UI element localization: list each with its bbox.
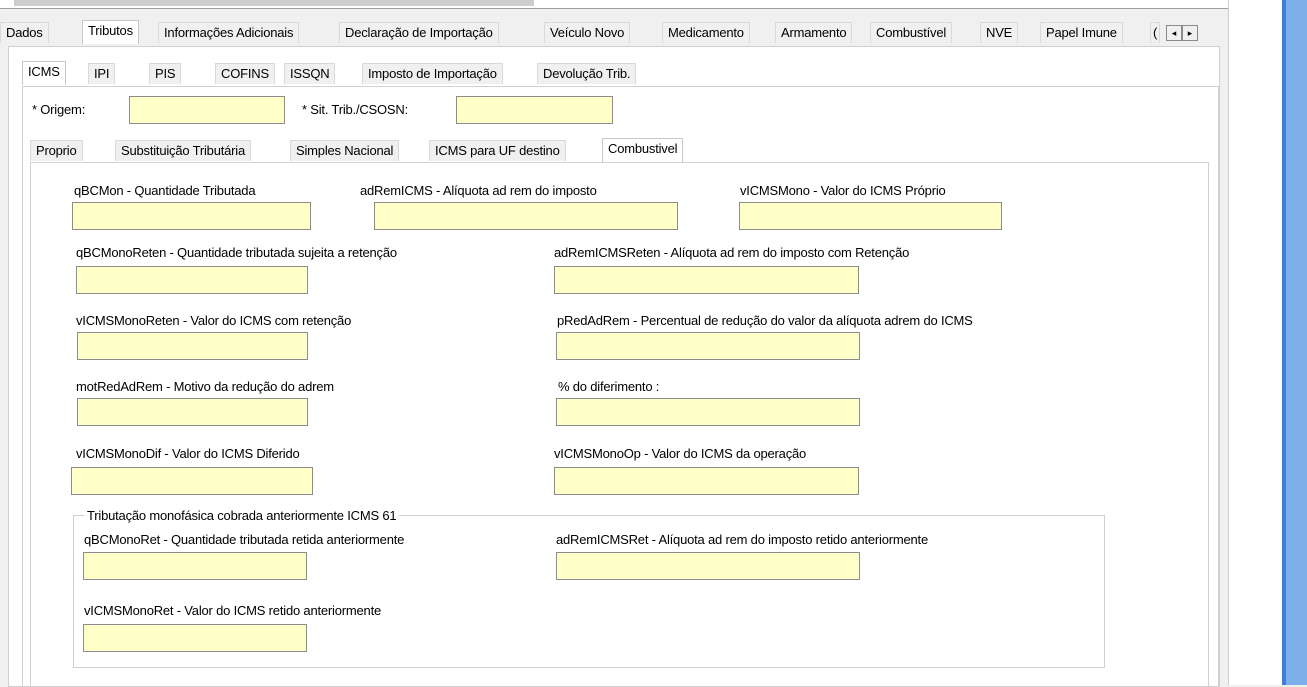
tab-veiculo-novo[interactable]: Veículo Novo xyxy=(544,22,631,43)
tab-imposto-importacao[interactable]: Imposto de Importação xyxy=(362,63,503,84)
tab-declaracao-importacao[interactable]: Declaração de Importação xyxy=(339,22,499,43)
diferimento-label: % do diferimento : xyxy=(558,379,660,394)
tab-combustivel[interactable]: Combustível xyxy=(870,22,953,43)
horizontal-scrollbar[interactable] xyxy=(0,0,1240,9)
tab-nve[interactable]: NVE xyxy=(980,22,1019,43)
tax-tab-strip: ICMS IPI PIS COFINS ISSQN Imposto de Imp… xyxy=(22,61,722,87)
adremicmsreten-label: adRemICMSReten - Alíquota ad rem do impo… xyxy=(554,245,910,260)
vicmsmono-label: vICMSMono - Valor do ICMS Próprio xyxy=(740,183,946,198)
adremicms-field[interactable] xyxy=(374,202,678,230)
sit-trib-field[interactable] xyxy=(456,96,613,124)
tab-informacoes-adicionais[interactable]: Informações Adicionais xyxy=(158,22,300,43)
vicmsmono-field[interactable] xyxy=(739,202,1002,230)
tab-cofins[interactable]: COFINS xyxy=(215,63,275,84)
vicmsmonoreten-field[interactable] xyxy=(77,332,308,360)
motredadrem-label: motRedAdRem - Motivo da redução do adrem xyxy=(76,379,334,394)
tab-icms[interactable]: ICMS xyxy=(22,61,66,85)
tab-dados[interactable]: Dados xyxy=(0,22,49,43)
tab-issqn[interactable]: ISSQN xyxy=(284,63,336,84)
tab-simples-nacional[interactable]: Simples Nacional xyxy=(290,140,400,161)
scrollbar-thumb[interactable] xyxy=(14,0,534,6)
adremicmsret-field[interactable] xyxy=(556,552,860,580)
tab-proprio[interactable]: Proprio xyxy=(30,140,83,161)
icms61-group-legend: Tributação monofásica cobrada anteriorme… xyxy=(87,508,397,523)
top-tab-strip: Dados Tributos Informações Adicionais De… xyxy=(0,20,1180,46)
origem-field[interactable] xyxy=(129,96,285,124)
vicmsmonodif-field[interactable] xyxy=(71,467,313,495)
qbcmon-field[interactable] xyxy=(72,202,311,230)
qbcmonoreten-field[interactable] xyxy=(76,266,308,294)
vicmsmonoop-label: vICMSMonoOp - Valor do ICMS da operação xyxy=(554,446,807,461)
motredadrem-field[interactable] xyxy=(77,398,308,426)
icms-tab-strip: Proprio Substituição Tributária Simples … xyxy=(30,138,750,164)
tab-icms-uf-destino[interactable]: ICMS para UF destino xyxy=(429,140,566,161)
predadrem-label: pRedAdRem - Percentual de redução do val… xyxy=(557,313,973,328)
tab-devolucao-trib[interactable]: Devolução Trib. xyxy=(537,63,637,84)
vicmsmonodif-label: vICMSMonoDif - Valor do ICMS Diferido xyxy=(76,446,300,461)
sit-trib-label: * Sit. Trib./CSOSN: xyxy=(302,102,409,117)
tab-substituicao-tributaria[interactable]: Substituição Tributária xyxy=(115,140,252,161)
tab-ipi[interactable]: IPI xyxy=(88,63,116,84)
predadrem-field[interactable] xyxy=(556,332,860,360)
diferimento-field[interactable] xyxy=(556,398,860,426)
adremicms-label: adRemICMS - Alíquota ad rem do imposto xyxy=(360,183,597,198)
vicmsmonoop-field[interactable] xyxy=(554,467,859,495)
adremicmsret-label: adRemICMSRet - Alíquota ad rem do impost… xyxy=(556,532,929,547)
qbcmon-label: qBCMon - Quantidade Tributada xyxy=(74,183,256,198)
adremicmsreten-field[interactable] xyxy=(554,266,859,294)
vicmsmonoreten-label: vICMSMonoReten - Valor do ICMS com reten… xyxy=(76,313,352,328)
tab-medicamento[interactable]: Medicamento xyxy=(662,22,750,43)
tab-papel-imune[interactable]: Papel Imune xyxy=(1040,22,1123,43)
qbcmonoret-field[interactable] xyxy=(83,552,307,580)
qbcmonoreten-label: qBCMonoReten - Quantidade tributada suje… xyxy=(76,245,397,260)
side-panel-accent-inner xyxy=(1286,0,1307,685)
tab-overflow[interactable]: ( xyxy=(1150,22,1161,43)
tab-scroll-right-button[interactable]: ▸ xyxy=(1182,25,1198,41)
tab-tributos[interactable]: Tributos xyxy=(82,20,139,44)
qbcmonoret-label: qBCMonoRet - Quantidade tributada retida… xyxy=(84,532,405,547)
origem-label: * Origem: xyxy=(32,102,86,117)
vicmsmonoret-label: vICMSMonoRet - Valor do ICMS retido ante… xyxy=(84,603,382,618)
vicmsmonoret-field[interactable] xyxy=(83,624,307,652)
tab-combustivel-icms[interactable]: Combustivel xyxy=(602,138,684,162)
tab-armamento[interactable]: Armamento xyxy=(775,22,853,43)
tab-pis[interactable]: PIS xyxy=(149,63,182,84)
tab-scroll-left-button[interactable]: ◂ xyxy=(1166,25,1182,41)
